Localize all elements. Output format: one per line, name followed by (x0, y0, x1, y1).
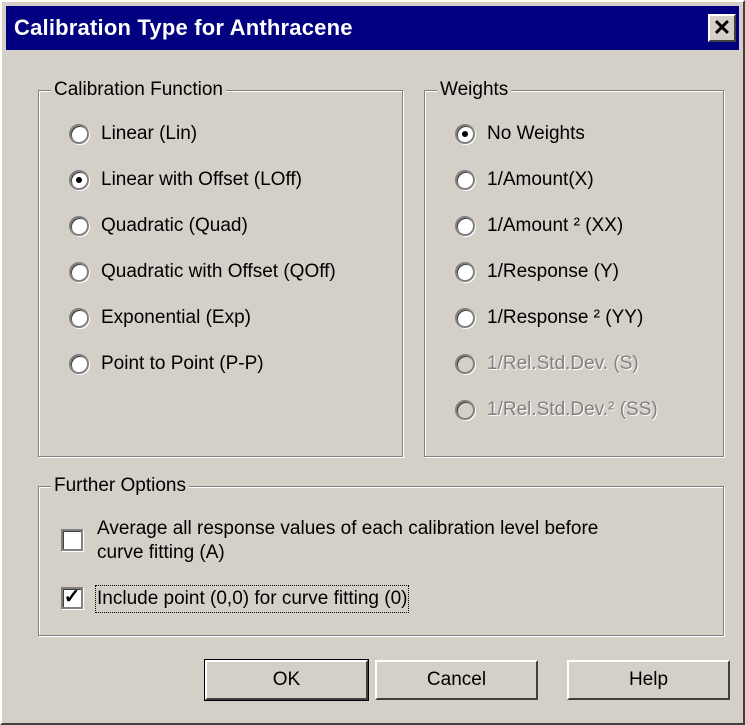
radio-button[interactable] (455, 308, 475, 328)
radio-label: No Weights (487, 123, 585, 144)
ok-button[interactable]: OK (204, 659, 369, 701)
radio-label: Quadratic with Offset (QOff) (101, 261, 336, 282)
radio-button[interactable] (69, 308, 89, 328)
radio-point-to-point[interactable]: Point to Point (P-P) (69, 353, 264, 375)
further-options-title: Further Options (51, 475, 189, 497)
calibration-function-group: Calibration Function Linear (Lin) Linear… (38, 79, 403, 457)
close-button[interactable]: ✕ (708, 14, 736, 42)
radio-label: 1/Rel.Std.Dev. (S) (487, 353, 639, 374)
help-button[interactable]: Help (567, 660, 730, 700)
radio-response-yy[interactable]: 1/Response ² (YY) (455, 307, 643, 329)
radio-button[interactable] (69, 354, 89, 374)
radio-label: 1/Response (Y) (487, 261, 620, 282)
radio-button (455, 400, 475, 420)
radio-linear-offset[interactable]: Linear with Offset (LOff) (69, 169, 302, 191)
radio-amount-xx[interactable]: 1/Amount ² (XX) (455, 215, 623, 237)
radio-label: 1/Response ² (YY) (487, 307, 644, 328)
average-response-option[interactable]: Average all response values of each cali… (61, 517, 598, 565)
radio-button[interactable] (455, 170, 475, 190)
average-response-label: Average all response values of each cali… (97, 517, 598, 565)
radio-amount-x[interactable]: 1/Amount(X) (455, 169, 594, 191)
radio-button[interactable] (455, 216, 475, 236)
radio-linear[interactable]: Linear (Lin) (69, 123, 197, 145)
average-response-checkbox[interactable] (61, 529, 83, 551)
radio-button[interactable] (69, 262, 89, 282)
radio-response-y[interactable]: 1/Response (Y) (455, 261, 619, 283)
radio-button[interactable] (455, 124, 475, 144)
radio-label: 1/Amount ² (XX) (487, 215, 624, 236)
radio-label: 1/Amount(X) (487, 169, 594, 190)
include-zero-label: Include point (0,0) for curve fitting (0… (94, 585, 410, 613)
radio-quadratic[interactable]: Quadratic (Quad) (69, 215, 248, 237)
further-options-group: Further Options Average all response val… (38, 475, 724, 636)
radio-exponential[interactable]: Exponential (Exp) (69, 307, 251, 329)
radio-button[interactable] (69, 216, 89, 236)
radio-button (455, 354, 475, 374)
weights-title: Weights (437, 79, 512, 101)
radio-label: Linear with Offset (LOff) (101, 169, 302, 190)
close-icon: ✕ (712, 15, 732, 40)
radio-button[interactable] (455, 262, 475, 282)
radio-label: Point to Point (P-P) (101, 353, 264, 374)
radio-button[interactable] (69, 170, 89, 190)
calibration-type-dialog: Calibration Type for Anthracene ✕ Calibr… (0, 0, 745, 725)
radio-button[interactable] (69, 124, 89, 144)
radio-rel-std-dev-ss: 1/Rel.Std.Dev.² (SS) (455, 399, 658, 421)
radio-quadratic-offset[interactable]: Quadratic with Offset (QOff) (69, 261, 336, 283)
radio-label: 1/Rel.Std.Dev.² (SS) (487, 399, 658, 420)
radio-label: Linear (Lin) (101, 123, 198, 144)
window-title: Calibration Type for Anthracene (14, 15, 353, 40)
average-response-label-line1: Average all response values of each cali… (97, 518, 599, 539)
calibration-function-title: Calibration Function (51, 79, 226, 101)
title-bar[interactable]: Calibration Type for Anthracene ✕ (6, 6, 739, 50)
include-zero-option[interactable]: ✓ Include point (0,0) for curve fitting … (61, 585, 410, 613)
weights-group: Weights No Weights 1/Amount(X) 1/Amount … (424, 79, 724, 457)
radio-label: Exponential (Exp) (101, 307, 251, 328)
radio-rel-std-dev-s: 1/Rel.Std.Dev. (S) (455, 353, 639, 375)
radio-label: Quadratic (Quad) (101, 215, 248, 236)
include-zero-checkbox[interactable]: ✓ (61, 587, 83, 609)
average-response-label-line2: curve fitting (A) (97, 542, 225, 563)
radio-no-weights[interactable]: No Weights (455, 123, 585, 145)
cancel-button[interactable]: Cancel (375, 660, 538, 700)
checkmark-icon: ✓ (63, 586, 81, 608)
